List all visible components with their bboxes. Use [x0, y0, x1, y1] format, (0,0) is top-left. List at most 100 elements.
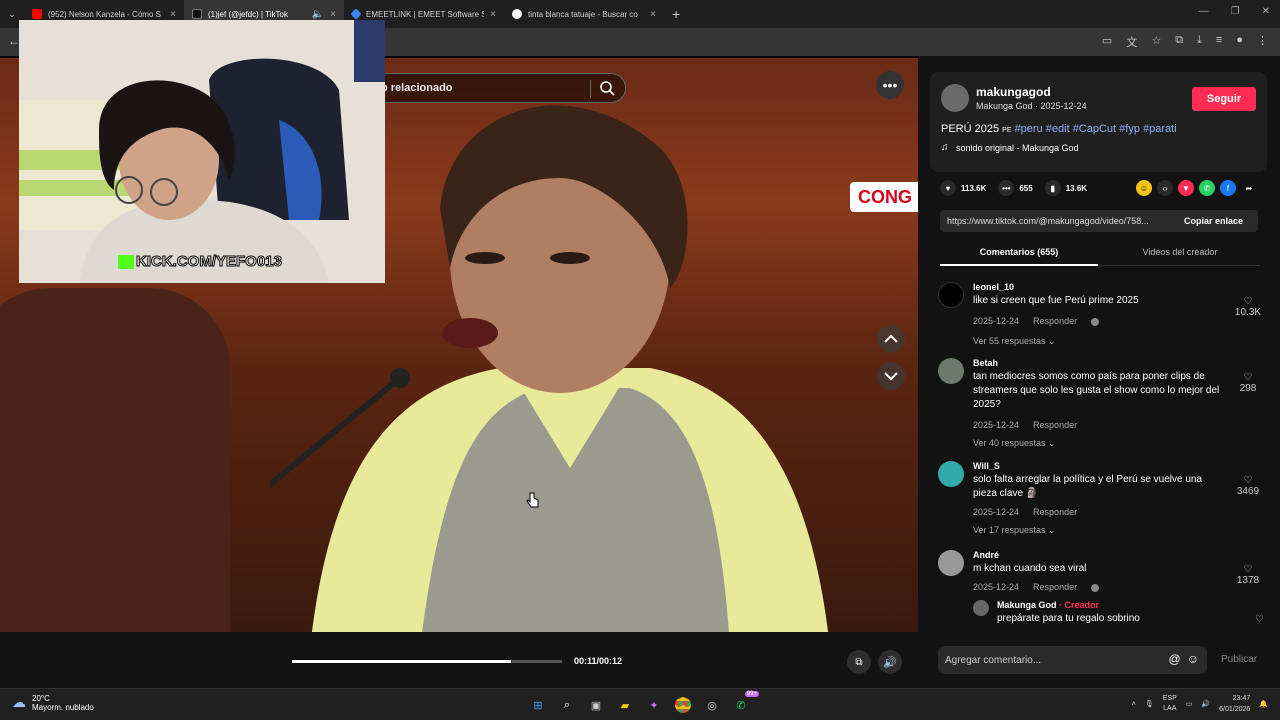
- view-replies[interactable]: Ver 40 respuestas ⌄: [973, 438, 1056, 449]
- emoji-icon[interactable]: ☺: [1187, 652, 1199, 666]
- heart-outline-icon[interactable]: ♡: [1255, 614, 1264, 625]
- microphone-icon[interactable]: 🎙: [1145, 700, 1154, 708]
- tab-creator-videos[interactable]: Videos del creador: [1100, 242, 1260, 262]
- minimize-icon[interactable]: —: [1199, 6, 1209, 17]
- close-icon[interactable]: ×: [170, 9, 176, 20]
- comment-like[interactable]: ♡ 298: [1228, 372, 1268, 394]
- comment-like[interactable]: ♡ 1378: [1228, 564, 1268, 586]
- chevron-up-icon[interactable]: ˄: [1132, 701, 1136, 708]
- share-url[interactable]: https://www.tiktok.com/@makungagod/video…: [940, 216, 1180, 226]
- chrome-icon[interactable]: [673, 695, 693, 715]
- commenter-name[interactable]: leonel_10: [973, 282, 1014, 292]
- progress-bar[interactable]: [292, 660, 562, 663]
- view-replies[interactable]: Ver 55 respuestas ⌄: [973, 336, 1056, 347]
- floating-player-button[interactable]: ⧉: [847, 650, 871, 674]
- hashtag[interactable]: #fyp: [1119, 123, 1140, 135]
- reply-button[interactable]: Responder: [1033, 316, 1077, 326]
- hashtag[interactable]: #parati: [1143, 123, 1177, 135]
- next-video-button[interactable]: [877, 362, 905, 390]
- language-indicator[interactable]: ESP LAA: [1163, 694, 1177, 714]
- tab-google[interactable]: tinta blanca tatuaje - Buscar co ×: [504, 0, 664, 28]
- speaker-icon[interactable]: 🔈: [312, 9, 324, 20]
- commenter-avatar[interactable]: [938, 550, 964, 576]
- clock[interactable]: 23:47 6/01/2026: [1219, 693, 1250, 715]
- creator-avatar[interactable]: [941, 84, 969, 112]
- reading-list-icon[interactable]: ≡: [1216, 34, 1222, 50]
- add-comment-input[interactable]: Agregar comentario... @ ☺: [938, 646, 1207, 674]
- volume-button[interactable]: 🔊: [878, 650, 902, 674]
- close-icon[interactable]: ×: [490, 9, 496, 20]
- more-options-button[interactable]: •••: [876, 71, 904, 99]
- post-description: PERÚ 2025 PE #peru #edit #CapCut #fyp #p…: [941, 123, 1177, 135]
- commenter-name[interactable]: Betah: [973, 358, 998, 368]
- chair-shape: [0, 288, 230, 632]
- close-window-icon[interactable]: ✕: [1262, 6, 1270, 17]
- search-icon[interactable]: ⌕: [557, 695, 577, 715]
- sound-link[interactable]: sonido original - Makunga God: [956, 143, 1079, 153]
- restore-icon[interactable]: ❐: [1231, 6, 1240, 17]
- reply-author[interactable]: Makunga God · Creador: [997, 600, 1099, 610]
- close-icon[interactable]: ×: [330, 9, 336, 20]
- whatsapp-icon[interactable]: ✆: [1199, 180, 1215, 196]
- hashtag[interactable]: #CapCut: [1073, 123, 1116, 135]
- emeet-icon: [350, 8, 362, 20]
- network-icon[interactable]: ▭: [1186, 700, 1193, 708]
- like-stat[interactable]: ♥ 113.6K: [940, 180, 986, 196]
- volume-icon[interactable]: 🔊: [1201, 700, 1210, 708]
- cast-icon[interactable]: ▭: [1102, 34, 1112, 50]
- mention-icon[interactable]: @: [1169, 652, 1181, 666]
- comment-stat[interactable]: ••• 655: [998, 180, 1033, 196]
- commenter-name[interactable]: André: [973, 550, 999, 560]
- creator-avatar-small[interactable]: [973, 600, 989, 616]
- comment-like[interactable]: ♡ 3469: [1228, 475, 1268, 497]
- friends-share-icon[interactable]: ☺: [1136, 180, 1152, 196]
- obs-icon[interactable]: ◎: [702, 695, 722, 715]
- related-search-box[interactable]: o relacionado: [372, 73, 626, 103]
- file-explorer-icon[interactable]: ▰: [615, 695, 635, 715]
- creator-username[interactable]: makungagod: [976, 85, 1051, 99]
- notifications-icon[interactable]: 🔔: [1259, 700, 1268, 708]
- save-stat[interactable]: ▮ 13.6K: [1044, 180, 1087, 196]
- bookmark-star-icon[interactable]: ☆: [1151, 34, 1161, 50]
- commenter-avatar[interactable]: [938, 282, 964, 308]
- embed-icon[interactable]: ‹›: [1157, 180, 1173, 196]
- follow-button[interactable]: Seguir: [1192, 87, 1256, 111]
- commenter-avatar[interactable]: [938, 461, 964, 487]
- comment-text: m kchan cuando sea viral: [973, 563, 1087, 574]
- progress-fill: [292, 660, 511, 663]
- windows-start-icon[interactable]: ⊞: [528, 695, 548, 715]
- commenter-name[interactable]: Will_S: [973, 461, 1000, 471]
- weather-widget[interactable]: ☁ 20°C Mayorm. nublado: [12, 694, 94, 712]
- copilot-icon[interactable]: ✦: [644, 695, 664, 715]
- heart-icon: ♥: [940, 180, 956, 196]
- close-icon[interactable]: ×: [650, 9, 656, 20]
- comment-like[interactable]: ♡ 10.3K: [1228, 296, 1268, 318]
- view-replies[interactable]: Ver 17 respuestas ⌄: [973, 525, 1056, 536]
- reply-button[interactable]: Responder: [1033, 582, 1077, 592]
- post-comment-button[interactable]: Publicar: [1221, 654, 1257, 665]
- task-view-icon[interactable]: ▣: [586, 695, 606, 715]
- chevron-down-icon: [884, 372, 898, 381]
- hashtag[interactable]: #peru: [1015, 123, 1043, 135]
- profile-icon[interactable]: ●: [1236, 34, 1243, 50]
- search-icon[interactable]: [599, 80, 615, 96]
- tab-comments[interactable]: Comentarios (655): [940, 242, 1098, 266]
- facebook-icon[interactable]: f: [1220, 180, 1236, 196]
- repost-icon[interactable]: ▼: [1178, 180, 1194, 196]
- hashtag[interactable]: #edit: [1046, 123, 1070, 135]
- menu-icon[interactable]: ⋮: [1257, 34, 1268, 50]
- extensions-icon[interactable]: ⧉: [1175, 34, 1183, 50]
- share-arrow-icon[interactable]: ➦: [1241, 180, 1257, 196]
- comment-item: Betah tan mediocres somos como país para…: [938, 358, 1268, 458]
- translate-icon[interactable]: 文: [1126, 34, 1137, 50]
- previous-video-button[interactable]: [877, 325, 905, 353]
- whatsapp-icon[interactable]: ✆ 99+: [731, 691, 759, 715]
- reply-button[interactable]: Responder: [1033, 507, 1077, 517]
- download-icon[interactable]: ⤓: [1197, 34, 1202, 50]
- copy-link-button[interactable]: Copiar enlace: [1180, 216, 1243, 226]
- reply-button[interactable]: Responder: [1033, 420, 1077, 430]
- video-controls: 00:11/00:12 ⧉ 🔊: [0, 632, 918, 688]
- commenter-avatar[interactable]: [938, 358, 964, 384]
- new-tab-button[interactable]: +: [672, 6, 680, 22]
- tab-list-button[interactable]: ⌄: [0, 9, 24, 20]
